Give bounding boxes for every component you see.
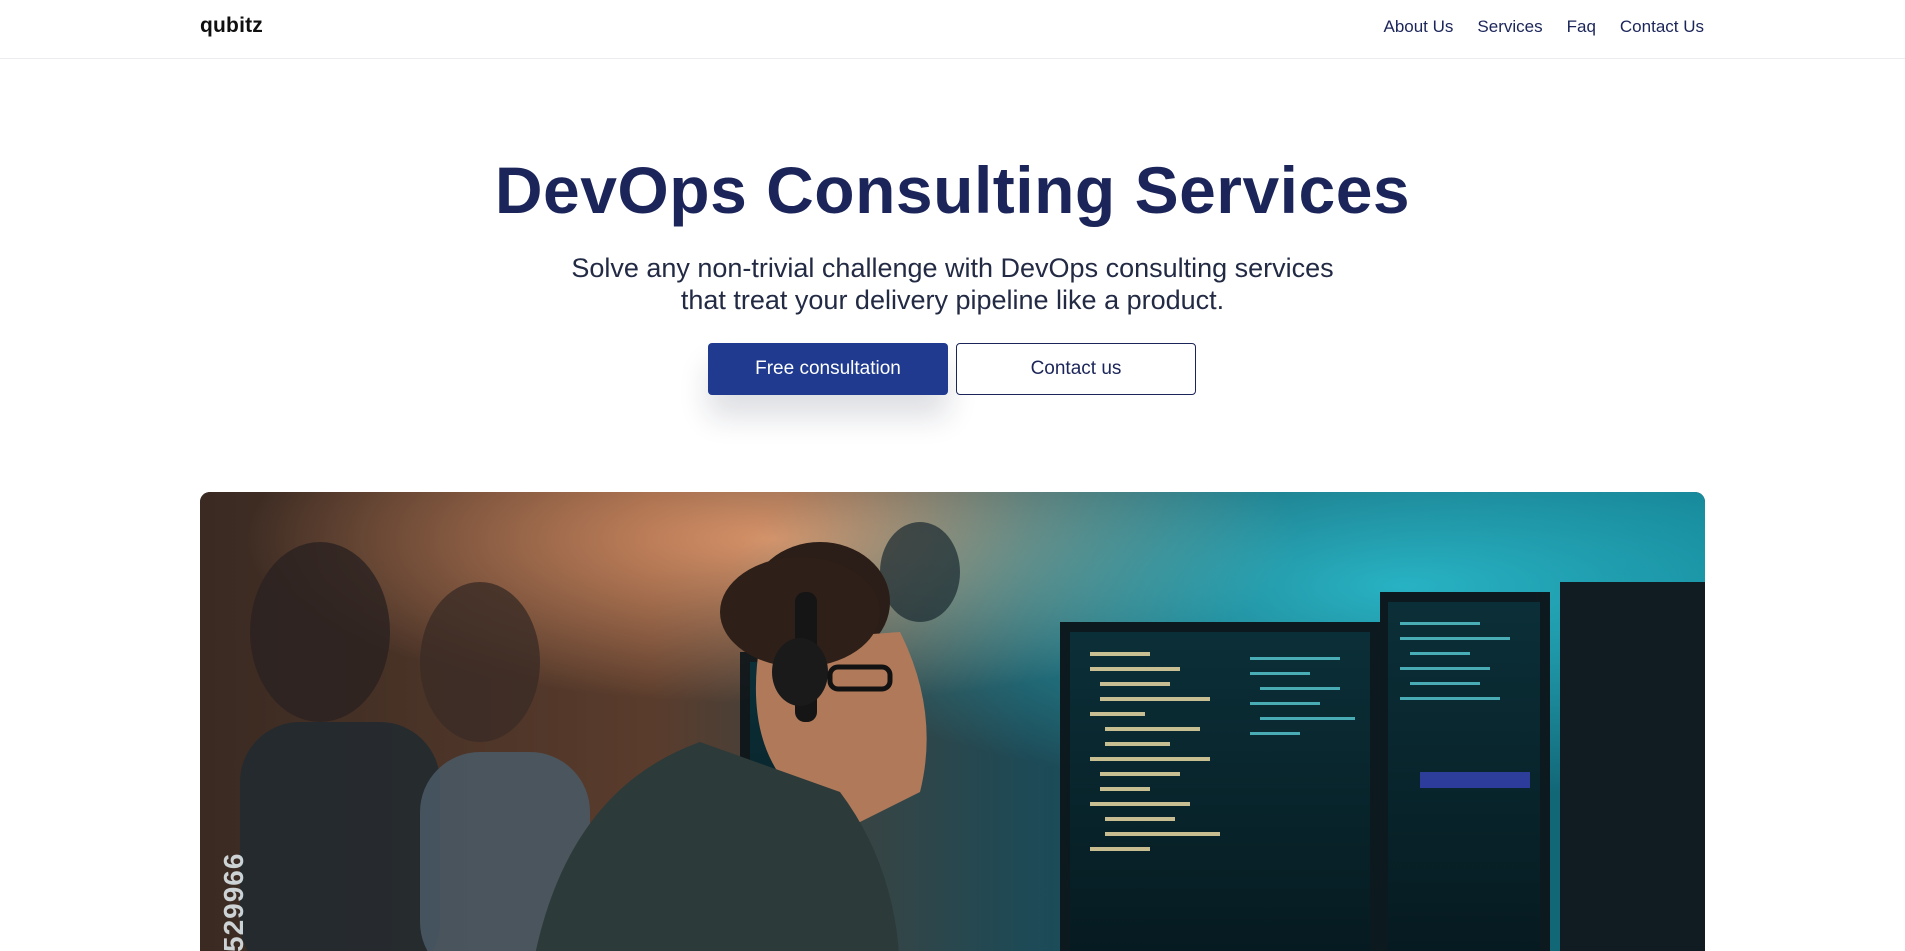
free-consultation-button[interactable]: Free consultation	[708, 343, 948, 395]
hero-image	[200, 492, 1705, 951]
hero-title: DevOps Consulting Services	[494, 153, 1411, 227]
image-stock-id: 529966	[218, 852, 249, 951]
nav-links: About Us Services Faq Contact Us	[1383, 17, 1704, 37]
nav-link-services[interactable]: Services	[1477, 17, 1542, 37]
hero-subtitle-line-1: Solve any non-trivial challenge with Dev…	[571, 253, 1334, 283]
hero-subtitle: Solve any non-trivial challenge with Dev…	[0, 252, 1905, 316]
hero-subtitle-line-2: that treat your delivery pipeline like a…	[680, 285, 1225, 315]
brand-logo[interactable]: qubitz	[200, 14, 263, 38]
nav-link-faq[interactable]: Faq	[1567, 17, 1596, 37]
nav-link-contact-us[interactable]: Contact Us	[1620, 17, 1704, 37]
top-navbar: qubitz About Us Services Faq Contact Us	[0, 0, 1905, 59]
nav-link-about-us[interactable]: About Us	[1383, 17, 1453, 37]
hero-image-illustration	[200, 492, 1705, 951]
contact-us-button[interactable]: Contact us	[956, 343, 1196, 395]
